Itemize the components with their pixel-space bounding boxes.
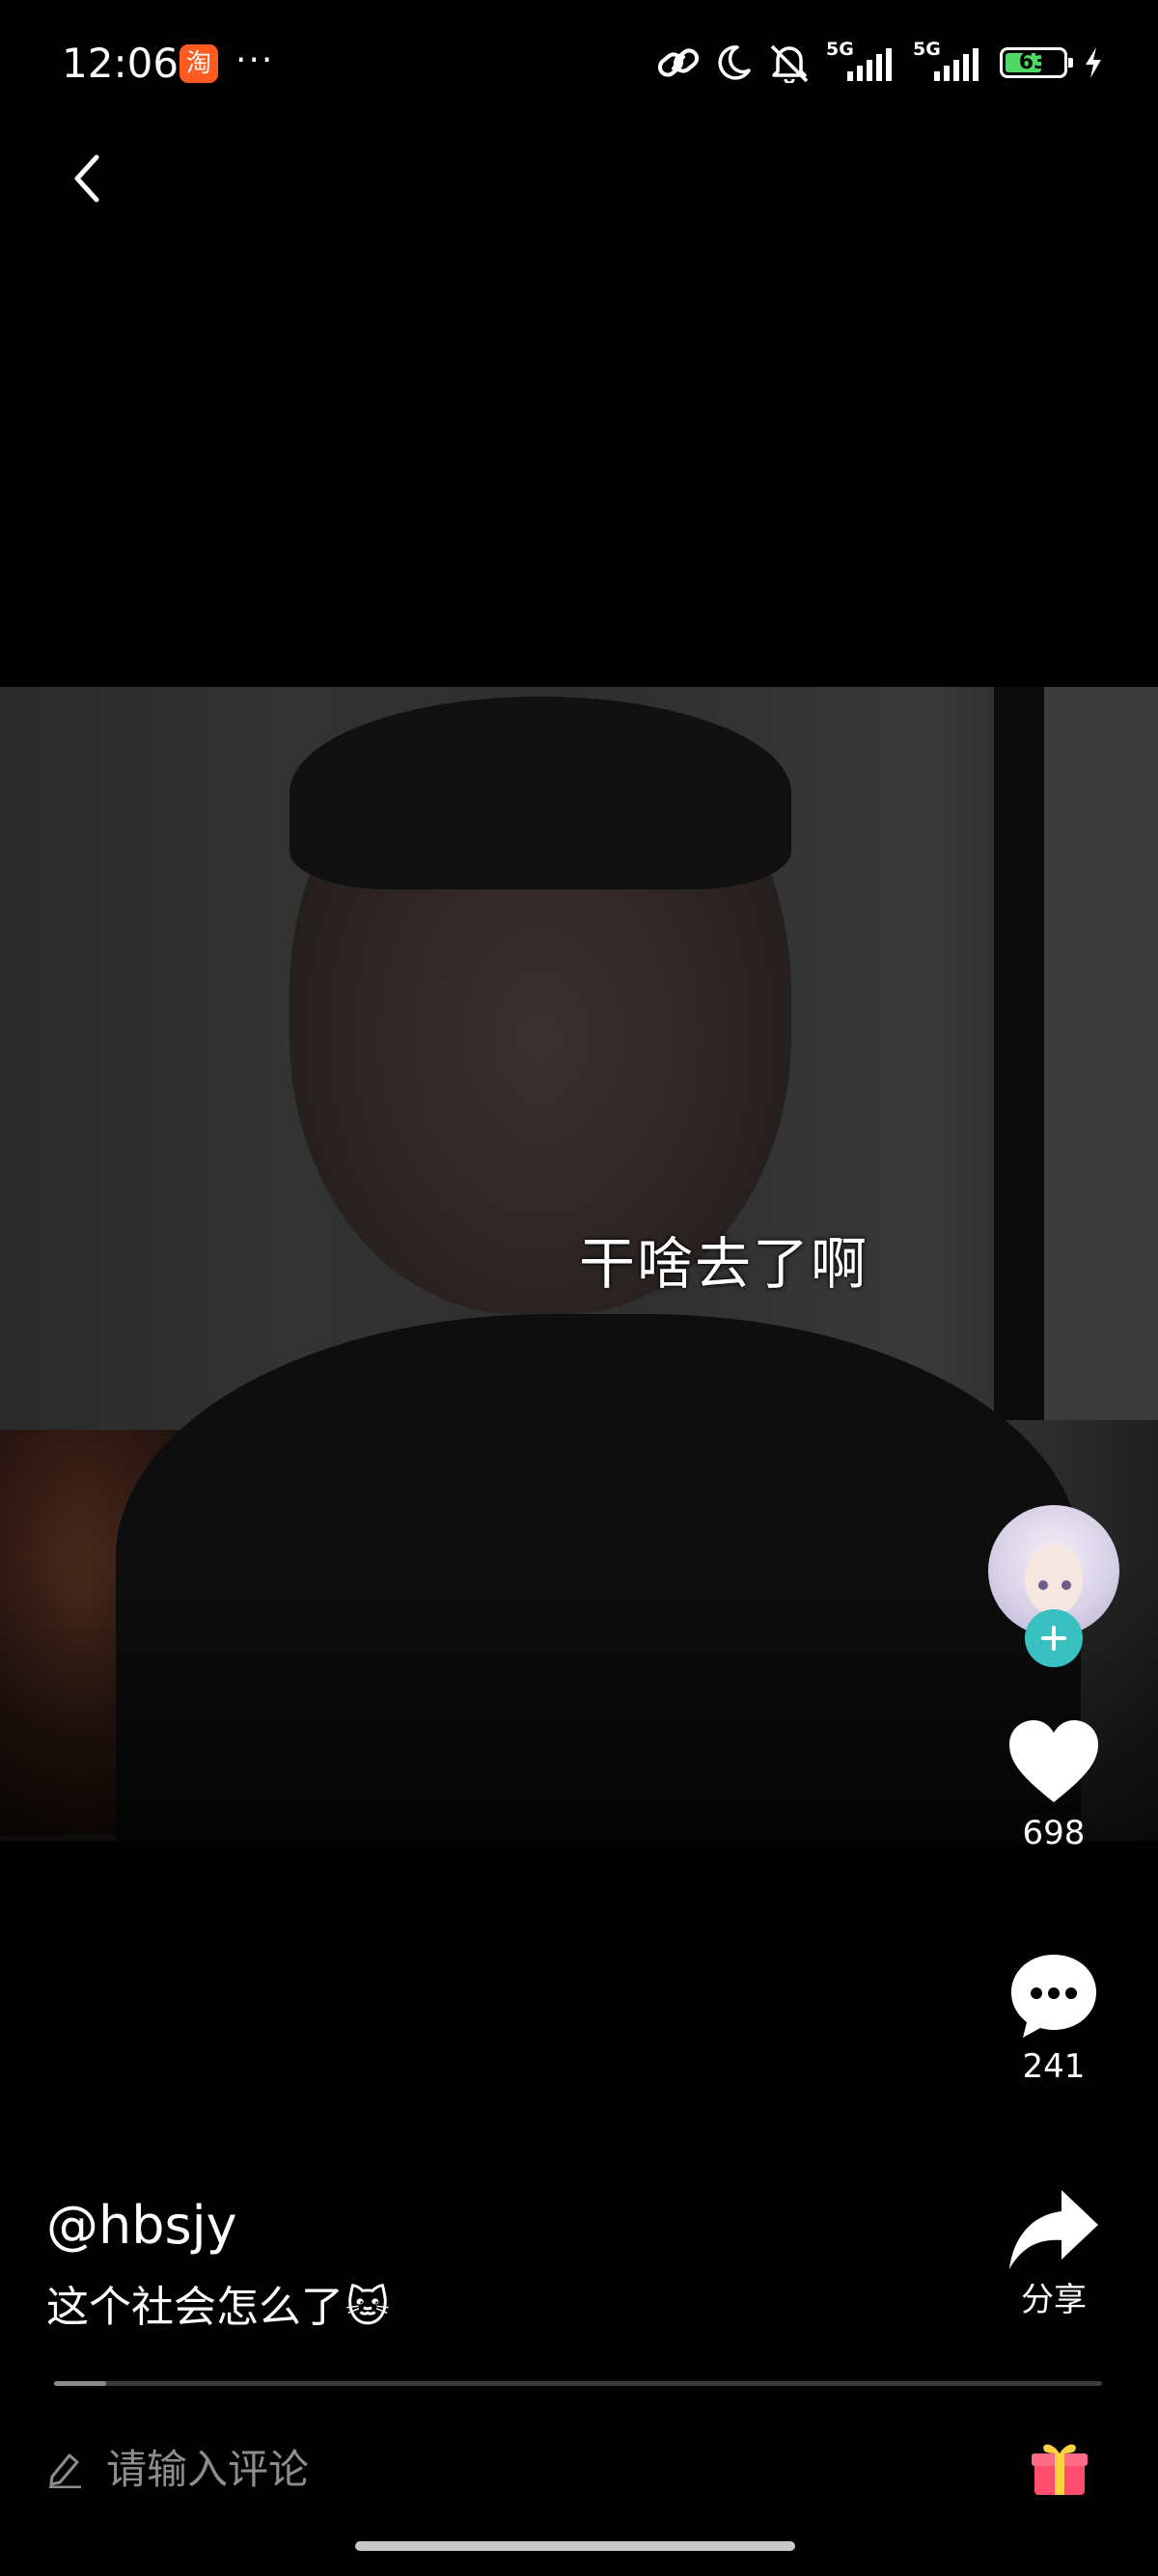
comment-input[interactable]: [106, 2445, 647, 2493]
gift-button[interactable]: [1029, 2437, 1090, 2499]
signal-icon-2: 5G: [913, 39, 984, 83]
share-label: 分享: [1021, 2281, 1087, 2319]
mute-icon: [770, 44, 809, 83]
back-button[interactable]: [58, 140, 116, 217]
moon-icon: [718, 45, 751, 80]
video-progress-bar[interactable]: [54, 2381, 1102, 2386]
heart-icon: [1009, 1720, 1098, 1802]
video-scene: [994, 687, 1044, 1420]
pencil-icon: [49, 2453, 81, 2488]
cat-emoji-icon: 🐱: [345, 2283, 390, 2332]
share-icon: [1009, 2190, 1098, 2269]
plus-icon: [1041, 1626, 1066, 1651]
status-bar: 12:06 淘 ··· 5G 5G 63: [0, 0, 1158, 130]
video-progress-fill: [54, 2381, 107, 2386]
signal-icon-1: 5G: [826, 39, 897, 83]
share-button[interactable]: 分享: [994, 2186, 1114, 2321]
taobao-app-icon: 淘: [179, 44, 218, 83]
comment-button[interactable]: 241: [994, 1951, 1114, 2088]
more-notifications-icon: ···: [235, 41, 275, 80]
comment-count: 241: [1022, 2047, 1086, 2086]
link-icon: [657, 48, 700, 77]
author-handle[interactable]: @hbsjy: [46, 2192, 237, 2260]
follow-button[interactable]: [1025, 1609, 1083, 1667]
like-button[interactable]: 698: [994, 1717, 1114, 1854]
video-caption: 这个社会怎么了 🐱: [46, 2279, 390, 2337]
video-subtitle: 干啥去了啊: [579, 1231, 869, 1297]
back-icon: [74, 154, 99, 203]
home-indicator[interactable]: [355, 2541, 795, 2551]
gift-icon: [1032, 2444, 1088, 2495]
comment-icon: [1011, 1955, 1096, 2038]
comment-bar[interactable]: [46, 2433, 722, 2505]
battery-icon: 63: [1000, 47, 1073, 78]
caption-text: 这个社会怎么了: [46, 2283, 344, 2332]
battery-percent: 63: [1018, 50, 1049, 74]
status-time: 12:06: [62, 40, 179, 87]
charging-icon: [1086, 47, 1101, 78]
like-count: 698: [1022, 1814, 1086, 1852]
status-icons: 5G 5G 63: [656, 39, 1104, 87]
